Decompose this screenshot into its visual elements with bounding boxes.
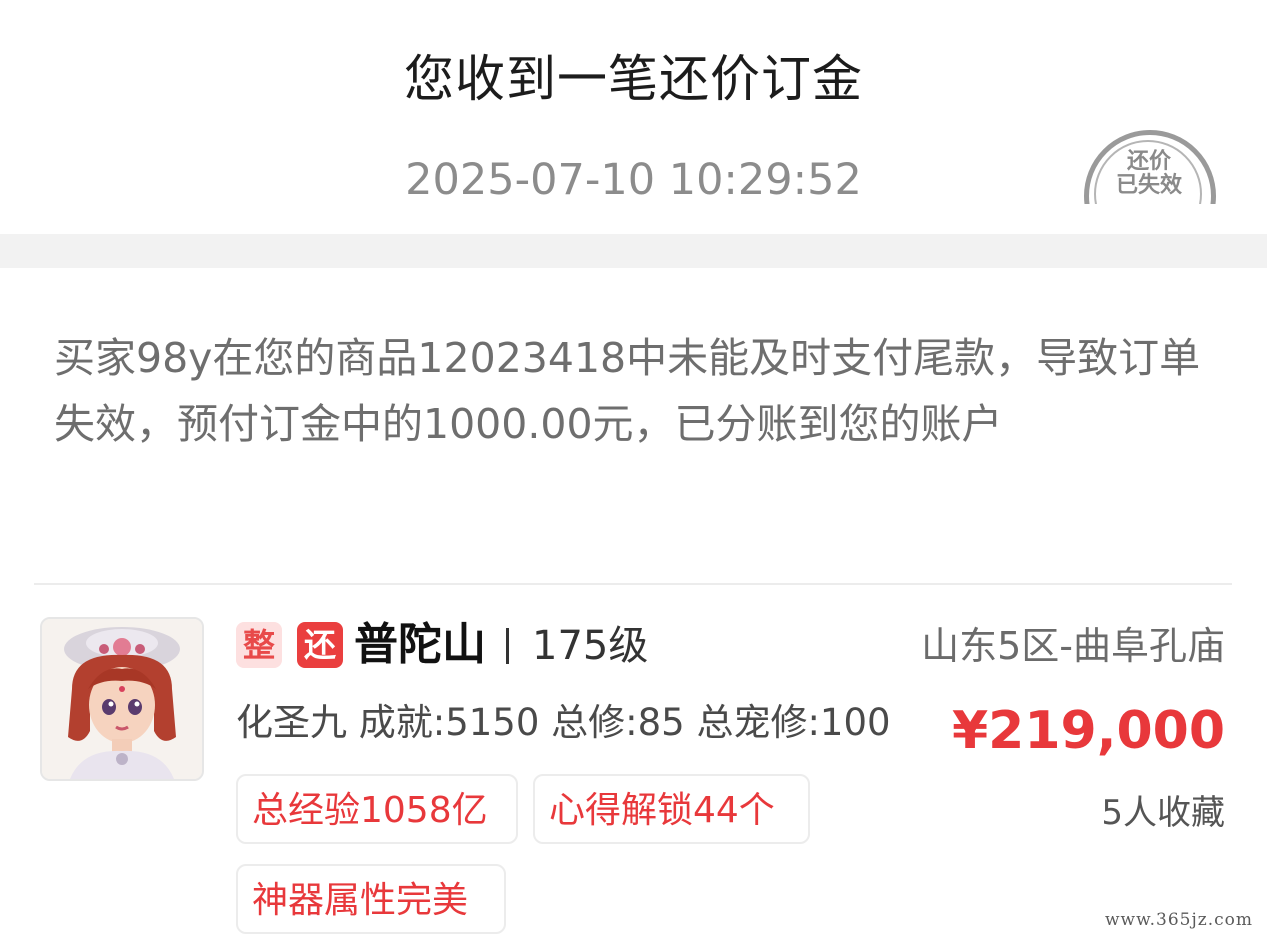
character-portrait-icon bbox=[42, 619, 202, 779]
item-price: ¥219,000 bbox=[951, 701, 1225, 761]
level-separator bbox=[506, 628, 509, 664]
feature-tag: 神器属性完美 bbox=[236, 864, 506, 934]
notification-message: 买家98y在您的商品12023418中未能及时支付尾款，导致订单失效，预付订金中… bbox=[54, 334, 1201, 448]
character-stats: 化圣九 成就:5150 总修:85 总宠修:100 bbox=[236, 701, 891, 744]
bargain-badge: 还 bbox=[297, 622, 343, 668]
notification-header: 您收到一笔还价订金 2025-07-10 10:29:52 还价 已失效 bbox=[0, 0, 1267, 234]
favorites-count: 5人收藏 bbox=[1101, 793, 1225, 833]
page-title: 您收到一笔还价订金 bbox=[404, 50, 863, 108]
stamp-text: 还价 已失效 bbox=[1082, 150, 1216, 198]
section-divider bbox=[0, 234, 1267, 268]
server-region: 山东5区-曲阜孔庙 bbox=[921, 624, 1225, 668]
expired-stamp: 还价 已失效 bbox=[1082, 128, 1216, 204]
timestamp: 2025-07-10 10:29:52 bbox=[405, 155, 862, 205]
character-school-name[interactable]: 普陀山 bbox=[354, 614, 486, 676]
stamp-line-1: 还价 bbox=[1126, 149, 1171, 174]
feature-tag: 总经验1058亿 bbox=[236, 774, 518, 844]
site-watermark: www.365jz.com bbox=[1105, 910, 1253, 930]
stamp-line-2: 已失效 bbox=[1115, 173, 1182, 198]
character-avatar[interactable] bbox=[40, 617, 204, 781]
horizontal-rule bbox=[34, 583, 1232, 585]
whole-account-badge: 整 bbox=[236, 622, 282, 668]
character-level: 175级 bbox=[532, 623, 649, 669]
feature-tag: 心得解锁44个 bbox=[533, 774, 810, 844]
